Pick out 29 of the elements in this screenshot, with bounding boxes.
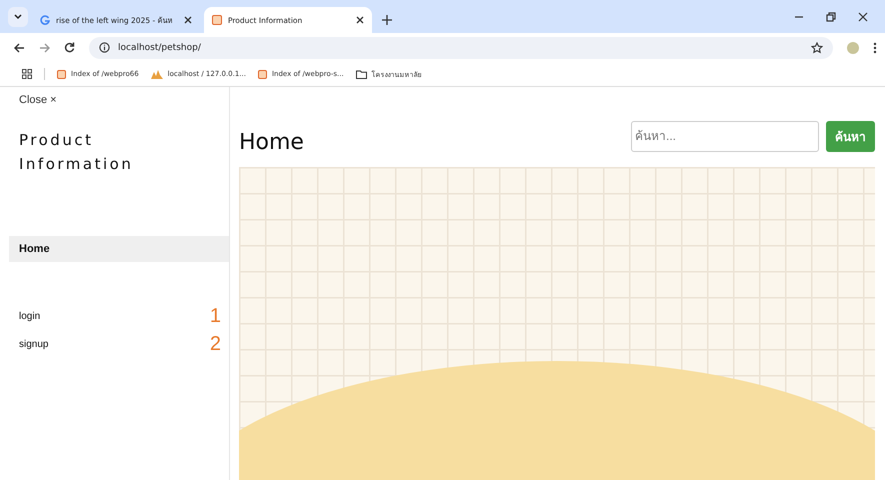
site-icon (57, 70, 66, 78)
address-bar[interactable]: localhost/petshop/ (89, 36, 833, 58)
nav-item[interactable]: Home (9, 236, 229, 262)
page-heading: Home (239, 130, 304, 154)
site-icon (258, 70, 267, 78)
annotation-number: 1 (210, 304, 221, 328)
apps-icon[interactable] (22, 69, 32, 79)
annotation-number: 2 (210, 332, 221, 356)
chevron-icon (14, 14, 22, 20)
folder-icon (356, 70, 367, 78)
new-tab-icon[interactable] (382, 15, 392, 25)
nav-link[interactable]: signup (19, 338, 48, 350)
close-icon[interactable] (356, 16, 364, 24)
site-icon (212, 15, 222, 25)
back-icon[interactable] (14, 42, 25, 52)
sidebar-title: Product Information (19, 130, 134, 175)
star-icon[interactable] (811, 42, 823, 54)
search-field[interactable]: ค้นหา... (631, 120, 819, 152)
reload-icon[interactable] (64, 42, 75, 53)
nav-link[interactable]: login (19, 310, 40, 322)
menu-icon[interactable] (873, 42, 877, 54)
close-icon[interactable] (184, 16, 192, 24)
search-engine-icon (40, 15, 50, 25)
forward-icon[interactable] (39, 42, 50, 52)
close-icon[interactable] (858, 12, 868, 22)
tab-search-button[interactable] (8, 7, 28, 27)
close-link[interactable]: Close × (19, 94, 229, 106)
info-icon (99, 42, 110, 53)
restore-icon[interactable] (826, 12, 836, 22)
